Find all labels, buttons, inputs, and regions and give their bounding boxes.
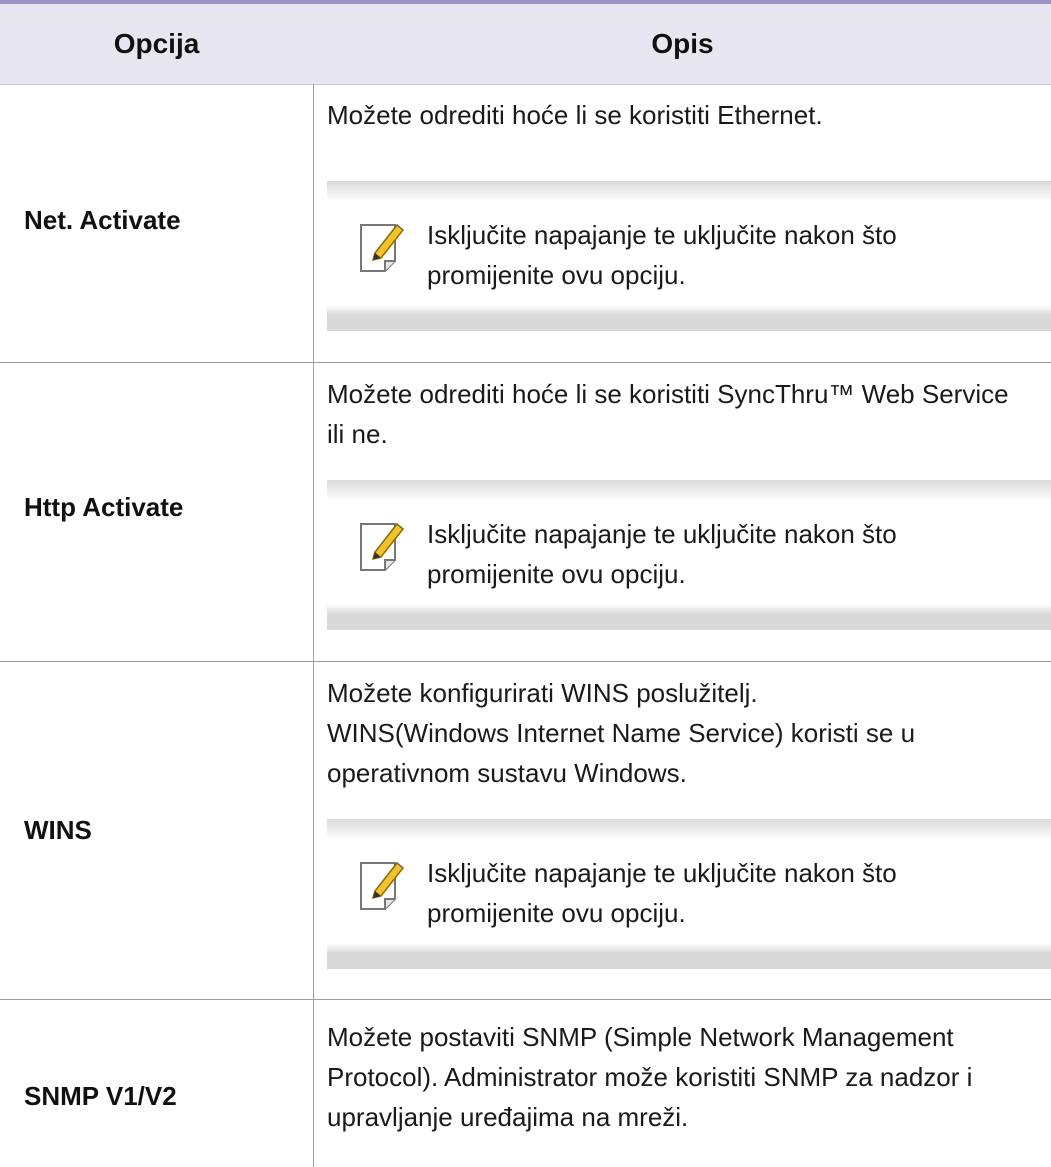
description-line: Možete konfigurirati WINS poslužitelj. bbox=[327, 678, 758, 708]
table-row: Http Activate Možete odrediti hoće li se… bbox=[0, 364, 1051, 662]
row-divider bbox=[0, 999, 1051, 1000]
note-text: Isključite napajanje te uključite nakon … bbox=[427, 220, 897, 290]
option-description: Možete postaviti SNMP (Simple Network Ma… bbox=[327, 1022, 973, 1132]
description-line: WINS(Windows Internet Name Service) kori… bbox=[327, 718, 916, 788]
table-row: Net. Activate Možete odrediti hoće li se… bbox=[0, 85, 1051, 363]
option-description: Možete odrediti hoće li se koristiti Eth… bbox=[327, 100, 823, 130]
option-label: Http Activate bbox=[24, 492, 184, 522]
option-label: Net. Activate bbox=[24, 205, 181, 235]
note-text: Isključite napajanje te uključite nakon … bbox=[427, 858, 897, 928]
note-pencil-icon bbox=[360, 861, 405, 910]
note-text: Isključite napajanje te uključite nakon … bbox=[427, 519, 897, 589]
note-pencil-icon bbox=[360, 223, 405, 272]
option-label: SNMP V1/V2 bbox=[24, 1081, 177, 1111]
note-box: Isključite napajanje te uključite nakon … bbox=[327, 819, 1051, 969]
row-divider bbox=[0, 362, 1051, 363]
table-row: SNMP V1/V2 Možete postaviti SNMP (Simple… bbox=[0, 1001, 1051, 1167]
option-label: WINS bbox=[24, 815, 92, 845]
note-pencil-icon bbox=[360, 522, 405, 571]
option-description: Možete konfigurirati WINS poslužitelj. W… bbox=[327, 673, 1027, 793]
header-option: Opcija bbox=[113, 28, 200, 59]
option-description: Možete odrediti hoće li se koristiti Syn… bbox=[327, 379, 1009, 449]
note-box: Isključite napajanje te uključite nakon … bbox=[327, 480, 1051, 630]
table-header: Opcija Opis bbox=[0, 4, 1051, 85]
header-description: Opis bbox=[651, 28, 714, 59]
row-divider bbox=[0, 661, 1051, 662]
note-box: Isključite napajanje te uključite nakon … bbox=[327, 181, 1051, 331]
table-row: WINS Možete konfigurirati WINS poslužite… bbox=[0, 663, 1051, 1000]
